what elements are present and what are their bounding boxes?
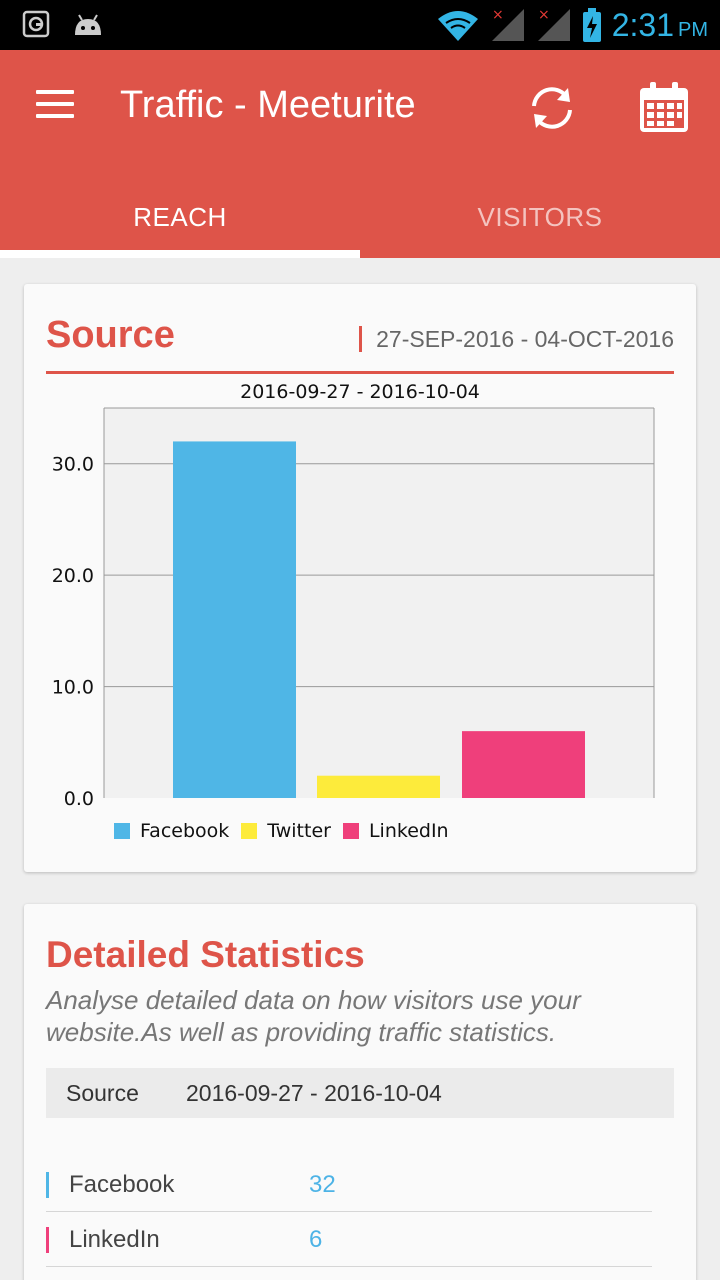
bar-twitter: [317, 775, 440, 798]
source-card: Source 27-SEP-2016 - 04-OCT-2016 2016-09…: [24, 284, 696, 872]
legend-item-twitter: Twitter: [241, 820, 331, 842]
tab-indicator: [0, 250, 360, 258]
tab-visitors-label: VISITORS: [477, 201, 603, 232]
y-tick-label: 0.0: [64, 788, 94, 810]
app-notification-icon: [22, 10, 50, 38]
y-tick-label: 30.0: [52, 454, 94, 476]
wifi-icon: [437, 11, 478, 41]
row-color-marker: [46, 1171, 49, 1198]
row-color-marker: [46, 1226, 49, 1253]
tab-visitors[interactable]: VISITORS: [360, 176, 720, 258]
legend-swatch-facebook: [114, 823, 130, 839]
android-debug-icon: [75, 14, 101, 35]
bar-chart: 0.0 10.0 20.0 30.0: [52, 407, 655, 810]
y-tick-label: 20.0: [52, 565, 94, 587]
hamburger-menu-icon[interactable]: [36, 90, 76, 126]
chart-legend: Facebook Twitter LinkedIn: [114, 820, 449, 842]
y-tick-label: 10.0: [52, 677, 94, 699]
tab-bar: REACH VISITORS: [0, 176, 720, 258]
bar-facebook: [173, 441, 296, 798]
signal-icon-sim1: ×: [491, 7, 524, 41]
stats-table-header: Source 2016-09-27 - 2016-10-04: [46, 1068, 674, 1118]
legend-swatch-linkedin: [342, 823, 359, 839]
stats-row-value: 6: [309, 1225, 323, 1253]
bar-linkedin: [462, 731, 585, 798]
stats-header-label: Source: [66, 1079, 139, 1106]
stats-title: Detailed Statistics: [46, 934, 365, 975]
battery-charging-icon: [582, 8, 601, 42]
stats-row-linkedin[interactable]: LinkedIn 6: [46, 1213, 652, 1267]
tab-reach[interactable]: REACH: [0, 176, 360, 258]
app-toolbar: Traffic - Meeturite REACH VISITORS: [0, 50, 720, 258]
stats-row-name: Facebook: [69, 1170, 175, 1198]
svg-text:×: ×: [492, 7, 504, 23]
status-time: 2:31 PM: [611, 6, 708, 43]
legend-label-twitter: Twitter: [267, 820, 331, 842]
legend-label-facebook: Facebook: [140, 820, 230, 842]
stats-row-facebook[interactable]: Facebook 32: [46, 1158, 652, 1212]
stats-row-name: LinkedIn: [69, 1225, 160, 1253]
calendar-icon[interactable]: [636, 80, 692, 136]
stats-card: Detailed Statistics Analyse detailed dat…: [24, 904, 696, 1280]
svg-text:×: ×: [538, 7, 550, 23]
legend-swatch-twitter: [241, 823, 258, 839]
status-bar: × × 2:31 PM: [0, 0, 720, 50]
legend-item-linkedin: LinkedIn: [342, 820, 449, 842]
signal-icon-sim2: ×: [537, 7, 570, 41]
refresh-icon[interactable]: [524, 80, 580, 136]
legend-item-facebook: Facebook: [114, 820, 229, 842]
stats-header-range: 2016-09-27 - 2016-10-04: [186, 1079, 442, 1106]
tab-reach-label: REACH: [133, 201, 227, 232]
stats-row-value: 32: [309, 1170, 336, 1198]
page-title: Traffic - Meeturite: [120, 84, 416, 126]
legend-label-linkedin: LinkedIn: [368, 820, 449, 842]
stats-description: Analyse detailed data on how visitors us…: [46, 985, 581, 1047]
